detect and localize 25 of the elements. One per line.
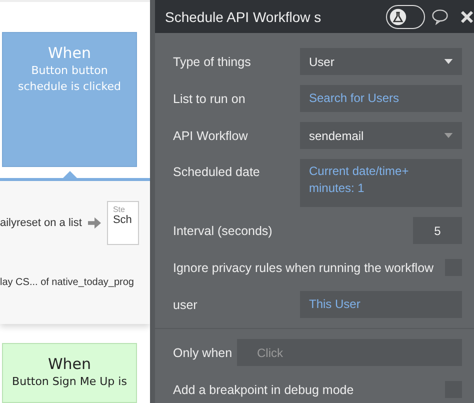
field-label: Interval (seconds) xyxy=(173,224,272,238)
panel-title: Schedule API Workflow s xyxy=(165,8,322,24)
card-text: Button button schedule is clicked xyxy=(16,63,122,95)
dropdown-field[interactable]: User xyxy=(300,48,462,75)
expression-field[interactable]: Search for Users xyxy=(300,85,462,112)
dropdown-field[interactable]: sendemail xyxy=(300,122,462,149)
action-text: ailyreset on a list xyxy=(0,217,82,230)
step-box[interactable]: Ste Sch xyxy=(106,201,139,246)
field-label: Type of things xyxy=(173,54,251,68)
expression-field[interactable]: This User xyxy=(300,291,462,318)
event-card[interactable]: When Button Sign Me Up is xyxy=(2,343,137,403)
detail-text: lay CS... of native_today_prog xyxy=(0,277,135,288)
field-label: Scheduled date xyxy=(173,164,260,179)
card-title: When xyxy=(48,354,92,374)
condition-field[interactable]: Click xyxy=(237,339,462,366)
card-title: When xyxy=(48,43,92,63)
field-label: Add a breakpoint in debug mode xyxy=(173,382,354,396)
expression-field[interactable]: Current date/time+ minutes: 1 xyxy=(300,159,462,207)
number-field[interactable]: 5 xyxy=(413,217,462,244)
field-label: API Workflow xyxy=(173,128,248,142)
field-label: Only when xyxy=(173,346,232,360)
field-label: user xyxy=(173,298,198,312)
field-label: Ignore privacy rules when running the workflow xyxy=(173,260,434,274)
field-label: List to run on xyxy=(173,92,246,106)
card-text: Button Sign Me Up is xyxy=(11,374,128,390)
